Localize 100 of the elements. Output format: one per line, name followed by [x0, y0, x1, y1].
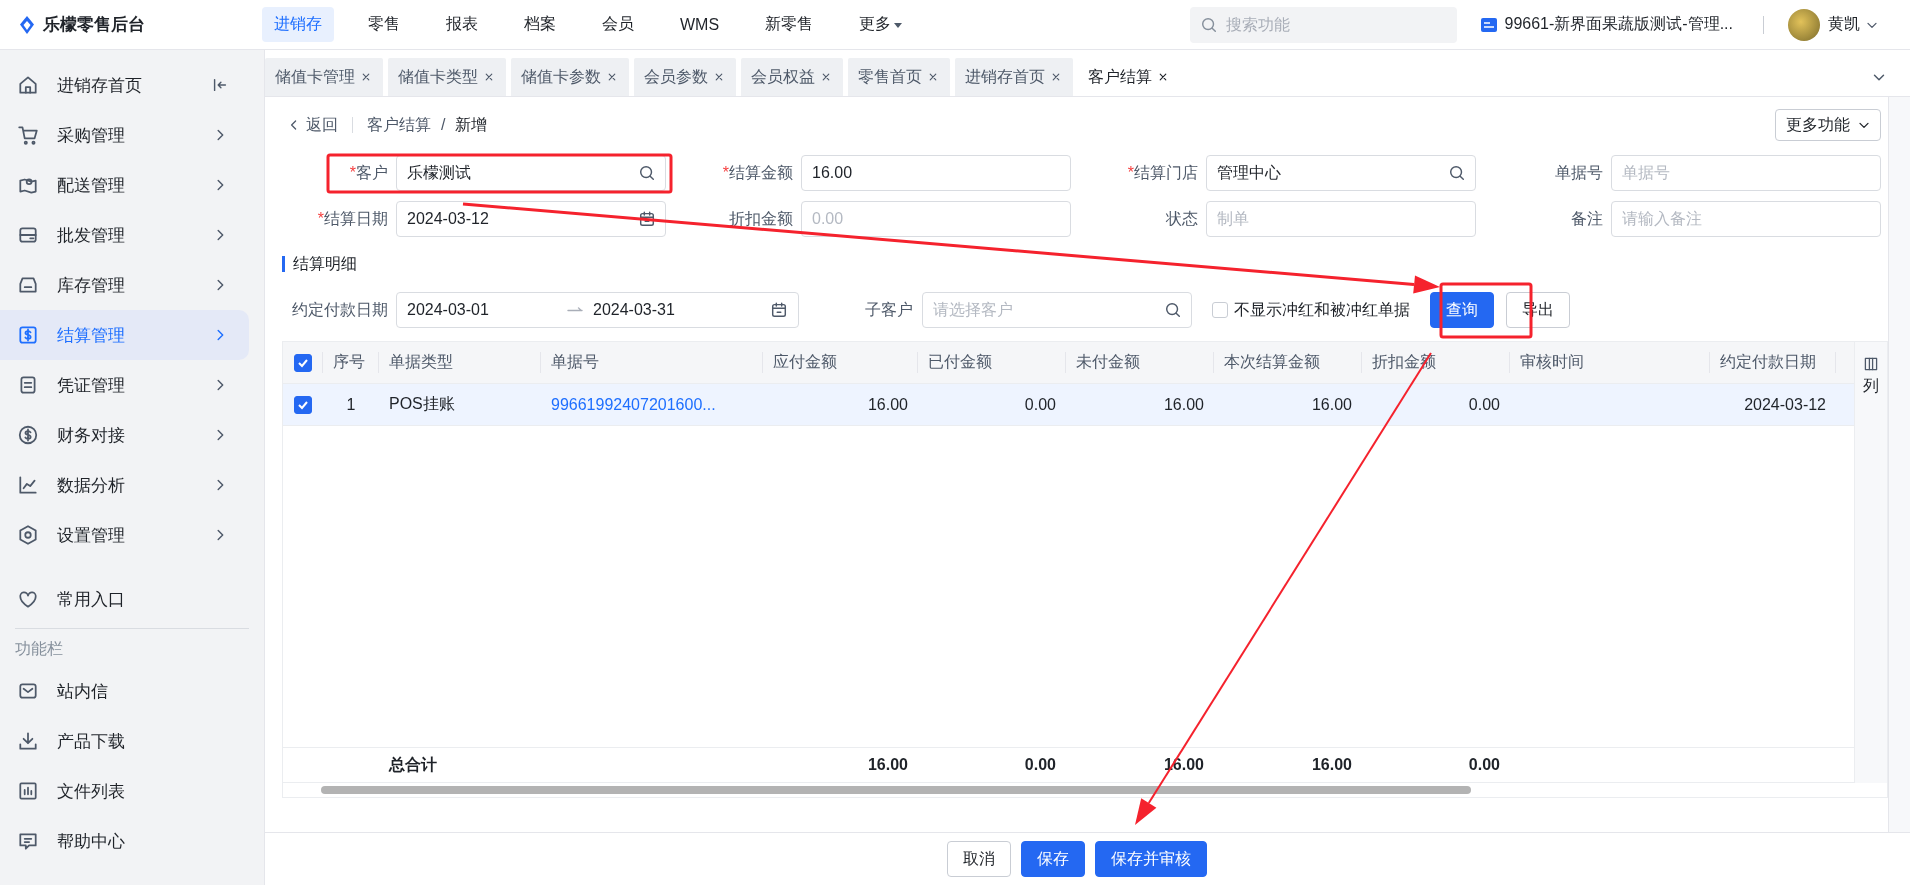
page-tab[interactable]: 会员权益: [741, 58, 843, 96]
search-field[interactable]: 搜索功能: [1189, 6, 1457, 43]
column-settings-label[interactable]: 列: [1863, 376, 1879, 397]
calendar-icon[interactable]: [770, 301, 788, 319]
search-field[interactable]: 乐檬测试: [396, 155, 666, 191]
sidebar-item[interactable]: 设置管理: [0, 510, 249, 560]
calendar-icon[interactable]: [638, 210, 656, 228]
search-field[interactable]: 管理中心: [1206, 155, 1476, 191]
table-cell: 2024-03-12: [1744, 395, 1826, 414]
page-tab[interactable]: 储值卡参数: [511, 58, 629, 96]
column-header[interactable]: 审核时间: [1520, 352, 1584, 373]
save-and-review-button[interactable]: 保存并审核: [1094, 841, 1207, 877]
query-button[interactable]: 查询: [1430, 292, 1494, 328]
bar-chart-icon: [17, 780, 39, 802]
column-header[interactable]: 本次结算金额: [1224, 352, 1320, 373]
column-header[interactable]: 单据号: [551, 352, 599, 373]
more-functions-button[interactable]: 更多功能: [1775, 109, 1881, 141]
column-header[interactable]: 单据类型: [389, 352, 453, 373]
settings-icon: [17, 524, 39, 546]
columns-icon[interactable]: [1863, 356, 1879, 372]
column-header[interactable]: 约定付款日期: [1720, 352, 1816, 373]
table-cell: 16.00: [867, 395, 908, 414]
nav-item[interactable]: WMS: [668, 8, 732, 41]
search-field[interactable]: 请选择客户: [922, 292, 1192, 328]
scrollbar[interactable]: [1888, 97, 1910, 832]
total-cell: 16.00: [1311, 756, 1352, 774]
checkbox[interactable]: [293, 353, 312, 372]
required-mark: *: [1127, 163, 1134, 181]
nav-item[interactable]: 更多: [847, 7, 916, 42]
document-link[interactable]: 99661992407201600...: [551, 395, 716, 414]
field-label: 结算日期: [324, 209, 388, 227]
breadcrumb-separator: /: [441, 116, 446, 134]
input-field[interactable]: 16.00: [801, 155, 1071, 191]
page-tab[interactable]: 进销存首页: [955, 58, 1073, 96]
cancel-button[interactable]: 取消: [946, 841, 1011, 877]
page-tab[interactable]: 会员参数: [634, 58, 736, 96]
checkbox[interactable]: [294, 395, 312, 414]
date-field[interactable]: 2024-03-12: [396, 201, 666, 237]
required-mark: *: [349, 163, 356, 181]
table-cell: 1: [346, 395, 356, 414]
column-header[interactable]: 已付金额: [928, 352, 992, 373]
search-icon[interactable]: [1164, 301, 1182, 319]
end-date-input[interactable]: 2024-03-31: [593, 301, 743, 319]
download-icon: [17, 730, 39, 752]
column-header[interactable]: 未付金额: [1076, 352, 1140, 373]
page-tab[interactable]: 储值卡类型: [388, 58, 506, 96]
page-tab[interactable]: 储值卡管理: [265, 58, 383, 96]
section-title: 功能栏: [14, 639, 64, 659]
sidebar-item[interactable]: 配送管理: [0, 160, 249, 210]
sidebar-item[interactable]: 文件列表: [0, 766, 249, 816]
field-label: 单据号: [1555, 163, 1603, 181]
search-icon: [1199, 15, 1218, 34]
nav-item[interactable]: 报表: [434, 7, 490, 42]
column-header[interactable]: 应付金额: [773, 352, 837, 373]
nav-item[interactable]: 新零售: [753, 7, 826, 42]
column-header[interactable]: 序号: [333, 352, 365, 373]
store-selector[interactable]: 99661-新界面果蔬版测试-管理...: [1478, 14, 1733, 35]
sidebar-item[interactable]: 财务对接: [0, 410, 249, 460]
start-date-input[interactable]: 2024-03-01: [407, 301, 557, 319]
collapse-icon[interactable]: [211, 76, 229, 94]
breadcrumb-item[interactable]: 客户结算: [367, 114, 431, 136]
nav-item[interactable]: 会员: [590, 7, 646, 42]
save-button[interactable]: 保存: [1020, 841, 1085, 877]
dollar-icon: [17, 424, 39, 446]
nav-item[interactable]: 零售: [356, 7, 412, 42]
line-chart-icon: [17, 474, 39, 496]
date-range-field[interactable]: 2024-03-01 2024-03-31: [396, 292, 799, 328]
scrollbar-thumb[interactable]: [321, 786, 1471, 794]
sidebar-item[interactable]: 产品下载: [0, 716, 249, 766]
sidebar-item[interactable]: 结算管理: [0, 310, 249, 360]
input-field[interactable]: 单据号: [1611, 155, 1881, 191]
search-icon[interactable]: [1448, 164, 1466, 182]
sidebar-item[interactable]: 库存管理: [0, 260, 249, 310]
sidebar-item[interactable]: 常用入口: [0, 574, 249, 624]
checkbox-label[interactable]: 不显示冲红和被冲红单据: [1234, 299, 1410, 321]
field-label: 状态: [1166, 209, 1198, 227]
table-cell: 0.00: [1024, 395, 1056, 414]
sidebar-item[interactable]: 批发管理: [0, 210, 249, 260]
nav-item[interactable]: 进销存: [262, 7, 334, 42]
user-name[interactable]: 黄凯: [1828, 14, 1860, 35]
sidebar-item[interactable]: 帮助中心: [0, 816, 249, 866]
input-field[interactable]: 0.00: [801, 201, 1071, 237]
input-field[interactable]: 制单: [1206, 201, 1476, 237]
back-link[interactable]: 返回: [282, 114, 338, 136]
search-icon[interactable]: [638, 164, 656, 182]
sidebar-item[interactable]: 数据分析: [0, 460, 249, 510]
avatar[interactable]: [1788, 8, 1820, 41]
dollar-icon: [17, 324, 39, 346]
field-label: 客户: [356, 163, 388, 181]
input-field[interactable]: 请输入备注: [1611, 201, 1881, 237]
sidebar-item[interactable]: 进销存首页: [0, 60, 249, 110]
field-label: 结算门店: [1134, 163, 1198, 181]
table-cell: 16.00: [1163, 395, 1204, 414]
sidebar-item[interactable]: 站内信: [0, 666, 249, 716]
sidebar-item[interactable]: 采购管理: [0, 110, 249, 160]
nav-item[interactable]: 档案: [512, 7, 568, 42]
sidebar-item[interactable]: 凭证管理: [0, 360, 249, 410]
required-mark: *: [317, 209, 324, 227]
home-icon: [17, 74, 39, 96]
page-tab[interactable]: 零售首页: [848, 58, 950, 96]
